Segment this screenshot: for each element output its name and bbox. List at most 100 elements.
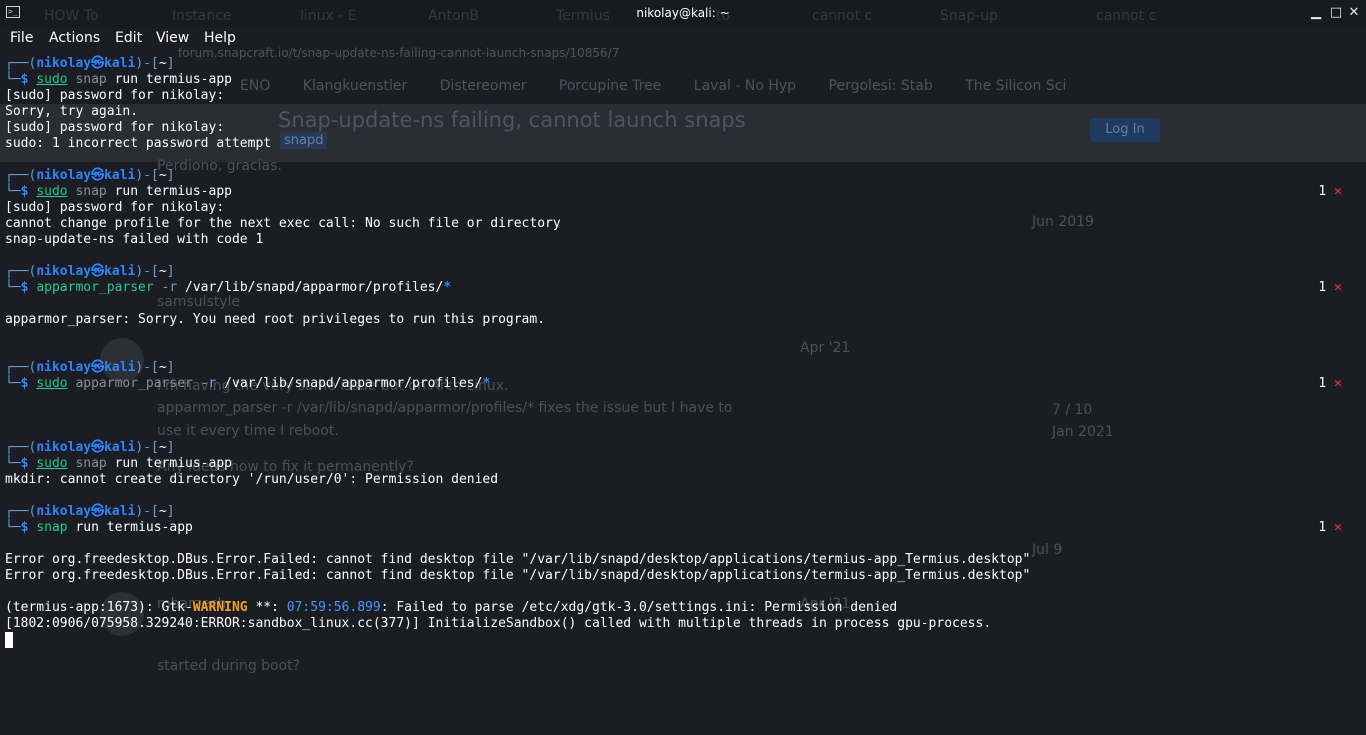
prompt-dir: ~ [158, 56, 167, 71]
prompt-frame: └─ [5, 184, 21, 199]
prompt-user-host: nikolay㉿kali [36, 168, 136, 183]
command-path: /var/lib/snapd/apparmor/profiles/ [177, 280, 444, 295]
prompt-frame: └─ [5, 280, 21, 295]
maximize-icon[interactable]: □ [1328, 5, 1344, 21]
prompt-frame: ] [166, 440, 175, 455]
prompt-dir: ~ [158, 360, 167, 375]
command-sudo: sudo [36, 456, 68, 471]
command-args: run termius-app [106, 184, 232, 199]
error-icon: ✕ [1334, 184, 1342, 199]
menu-help[interactable]: Help [204, 30, 236, 46]
prompt-frame: ┌──( [5, 504, 37, 519]
prompt-dir: ~ [158, 264, 167, 279]
error-icon: ✕ [1334, 376, 1342, 391]
error-icon: ✕ [1334, 280, 1342, 295]
prompt-user-host: nikolay㉿kali [36, 56, 136, 71]
output-line: Sorry, try again. [5, 104, 139, 119]
command-glob: * [443, 280, 452, 295]
prompt-frame: ┌──( [5, 360, 37, 375]
exit-status: 1 ✕ [1318, 376, 1342, 392]
command-sudo: sudo [36, 376, 68, 391]
prompt-frame: ] [166, 504, 175, 519]
prompt-symbol: $ [20, 376, 37, 391]
command-line: └─$ apparmor_parser -r /var/lib/snapd/ap… [5, 280, 451, 296]
close-icon[interactable]: ✕ [1346, 5, 1362, 21]
output-line: mkdir: cannot create directory '/run/use… [5, 472, 499, 487]
gtk-mid: **: [247, 600, 287, 615]
output-line: [sudo] password for nikolay: [5, 88, 225, 103]
output-line: cannot change profile for the next exec … [5, 216, 561, 231]
prompt-user-host: nikolay㉿kali [36, 360, 136, 375]
command-name: snap [75, 456, 107, 471]
prompt-symbol: $ [20, 280, 37, 295]
command-args: run termius-app [67, 520, 193, 535]
prompt-frame: ┌──( [5, 440, 37, 455]
prompt-frame: )-[ [135, 56, 159, 71]
gtk-level: WARNING [192, 600, 248, 615]
prompt-dir: ~ [158, 440, 167, 455]
prompt-dir: ~ [158, 504, 167, 519]
menu-view[interactable]: View [156, 30, 189, 46]
prompt-header: ┌──(nikolay㉿kali)-[~] [5, 168, 175, 184]
prompt-frame: ] [166, 360, 175, 375]
gtk-warning-line: (termius-app:1673): Gtk-WARNING **: 07:5… [5, 600, 897, 616]
prompt-frame: ] [166, 56, 175, 71]
prompt-user-host: nikolay㉿kali [36, 504, 136, 519]
command-sudo: sudo [36, 72, 68, 87]
prompt-symbol: $ [20, 184, 37, 199]
output-line: [sudo] password for nikolay: [5, 120, 225, 135]
prompt-frame: )-[ [135, 360, 159, 375]
prompt-header: ┌──(nikolay㉿kali)-[~] [5, 504, 175, 520]
prompt-symbol: $ [20, 456, 37, 471]
output-line: [sudo] password for nikolay: [5, 200, 225, 215]
prompt-frame: )-[ [135, 168, 159, 183]
prompt-header: ┌──(nikolay㉿kali)-[~] [5, 264, 175, 280]
gtk-prefix: (termius-app:1673): Gtk- [5, 600, 193, 615]
command-name: apparmor_parser [75, 376, 193, 391]
terminal-output[interactable]: ┌──(nikolay㉿kali)-[~] └─$ sudo snap run t… [5, 56, 1350, 726]
gtk-message: : Failed to parse /etc/xdg/gtk-3.0/setti… [380, 600, 898, 615]
error-icon: ✕ [1334, 520, 1342, 535]
command-name: snap [75, 184, 107, 199]
command-name: apparmor_parser [36, 280, 154, 295]
prompt-frame: └─ [5, 456, 21, 471]
sandbox-error-line: [1802:0906/075958.329240:ERROR:sandbox_l… [5, 616, 992, 631]
exit-code: 1 [1318, 376, 1327, 391]
prompt-frame: )-[ [135, 264, 159, 279]
command-path: /var/lib/snapd/apparmor/profiles/ [216, 376, 483, 391]
command-args: run termius-app [106, 72, 232, 87]
prompt-frame: └─ [5, 520, 21, 535]
output-line: Error org.freedesktop.DBus.Error.Failed:… [5, 552, 1031, 567]
prompt-frame: ┌──( [5, 264, 37, 279]
command-name: snap [36, 520, 68, 535]
exit-status: 1 ✕ [1318, 280, 1342, 296]
menu-edit[interactable]: Edit [115, 30, 142, 46]
text-cursor [5, 632, 13, 648]
prompt-frame: ┌──( [5, 56, 37, 71]
terminal-scrollbar[interactable] [1358, 56, 1364, 726]
output-line: Error org.freedesktop.DBus.Error.Failed:… [5, 568, 1031, 583]
output-line: snap-update-ns failed with code 1 [5, 232, 264, 247]
command-args: run termius-app [106, 456, 232, 471]
minimize-icon[interactable]: ▁ [1308, 5, 1324, 21]
prompt-header: ┌──(nikolay㉿kali)-[~] [5, 56, 175, 72]
terminal-titlebar[interactable]: >_ nikolay@kali: ~ ▁ □ ✕ [0, 0, 1366, 28]
prompt-symbol: $ [20, 520, 37, 535]
exit-status: 1 ✕ [1318, 184, 1342, 200]
command-flag: -r [200, 376, 217, 391]
command-flag: -r [161, 280, 178, 295]
command-line: └─$ sudo snap run termius-app [5, 184, 232, 200]
menu-file[interactable]: File [10, 30, 33, 46]
prompt-user-host: nikolay㉿kali [36, 264, 136, 279]
command-line: └─$ sudo apparmor_parser -r /var/lib/sna… [5, 376, 490, 392]
command-name: snap [75, 72, 107, 87]
command-line: └─$ sudo snap run termius-app [5, 456, 232, 472]
exit-status: 1 ✕ [1318, 520, 1342, 536]
menu-actions[interactable]: Actions [49, 30, 100, 46]
prompt-header: ┌──(nikolay㉿kali)-[~] [5, 440, 175, 456]
window-title: nikolay@kali: ~ [636, 6, 730, 20]
prompt-frame: )-[ [135, 504, 159, 519]
command-glob: * [482, 376, 491, 391]
